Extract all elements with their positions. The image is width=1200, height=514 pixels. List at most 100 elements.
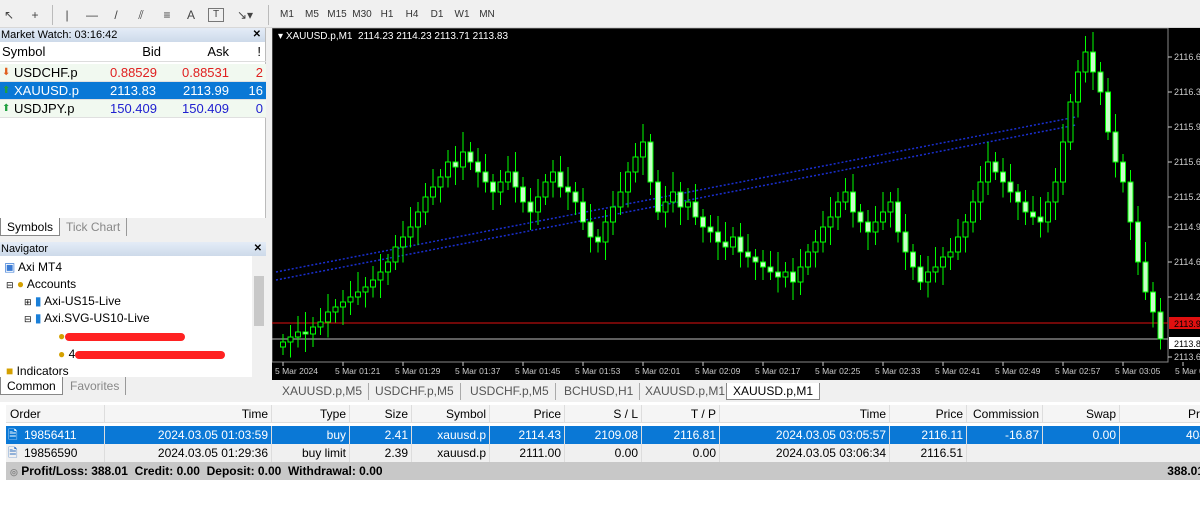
tab-symbols[interactable]: Symbols (0, 218, 61, 236)
collapse-icon[interactable]: ⊟ (6, 280, 14, 290)
candle-body (497, 181, 504, 193)
candle-body (782, 271, 789, 278)
timeframe-d1[interactable]: D1 (424, 6, 450, 24)
vertical-line-icon[interactable]: | (60, 6, 74, 24)
candle-body (407, 226, 414, 238)
tree-item-account[interactable]: ● (58, 328, 186, 345)
close-icon[interactable]: ✕ (253, 28, 261, 42)
horizontal-line-icon[interactable]: — (84, 6, 100, 24)
candle-body (790, 271, 796, 283)
candle-body (1150, 291, 1156, 313)
candle-body (625, 171, 631, 193)
candle-body (617, 191, 624, 208)
symbol-row[interactable]: ⬆ XAUUSD.p 2113.83 2113.99 16 (0, 82, 266, 100)
col-swap[interactable]: Swap (1043, 405, 1120, 423)
col-profit[interactable]: Profit (1120, 405, 1200, 423)
price-label: 2115.25 (1174, 192, 1200, 202)
navigator-panel: Navigator ✕ ▣ Axi MT4 ⊟ ● Accounts ⊞ ▮ Ax… (0, 242, 266, 377)
arrows-icon[interactable]: ↘▾ (232, 6, 258, 24)
candle-body (550, 171, 556, 183)
symbol-row[interactable]: ⬇ USDCHF.p 0.88529 0.88531 2 (0, 64, 266, 82)
tree-item-server[interactable]: ⊞ ▮ Axi-US15-Live (24, 293, 121, 310)
col-time[interactable]: Time (105, 405, 272, 423)
col-ask[interactable]: Ask (207, 42, 229, 62)
chart-tab[interactable]: XAUUSD.p,M5 (276, 383, 370, 400)
candle-body (662, 201, 669, 213)
candle-body (1030, 211, 1036, 218)
col-time[interactable]: Time (720, 405, 890, 423)
timeframe-h4[interactable]: H4 (399, 6, 425, 24)
col-spread[interactable]: ! (257, 42, 261, 62)
symbol: USDCHF.p (14, 65, 78, 80)
tree-item-server[interactable]: ⊟ ▮ Axi.SVG-US10-Live (24, 310, 150, 327)
text-label-icon[interactable]: T (208, 8, 224, 22)
timeframe-mn[interactable]: MN (474, 6, 500, 24)
chart-tab[interactable]: XAUUSD.p,M1 (726, 383, 821, 400)
collapse-icon[interactable]: ⊟ (24, 314, 32, 324)
cursor-icon[interactable]: ↖ (2, 6, 16, 24)
tab-tick-chart[interactable]: Tick Chart (60, 218, 128, 236)
ask-label: 2113.99 (1174, 319, 1200, 329)
terminal-panel: Order Time Type Size Symbol Price S / LT / P Ti… (0, 402, 1200, 514)
chart-tab[interactable]: USDCHF.p,M5 (464, 383, 556, 400)
col-price[interactable]: Price (490, 405, 565, 423)
timeframe-m30[interactable]: M30 (349, 6, 375, 24)
price-chart[interactable]: ▾ XAUUSD.p,M1 2114.23 2114.23 2113.71 21… (272, 28, 1200, 380)
price-label: 2115.95 (1174, 122, 1200, 132)
col-size[interactable]: Size (350, 405, 412, 423)
market-watch-title: Market Watch: 03:16:42 ✕ (0, 28, 265, 42)
chart-tabs: XAUUSD.p,M5 USDCHF.p,M5 USDCHF.p,M5 BCHUSD,… (272, 383, 1200, 401)
order-row[interactable]: 19856590 2024.03.05 01:29:36 buy limit 2.39… (6, 444, 1200, 462)
channel-icon[interactable]: ≡ (158, 6, 176, 24)
candle-body (947, 251, 954, 258)
timeframe-h1[interactable]: H1 (374, 6, 400, 24)
tab-favorites[interactable]: Favorites (64, 377, 127, 395)
timeframe-w1[interactable]: W1 (449, 6, 475, 24)
col-symbol[interactable]: Symbol (2, 42, 45, 62)
text-icon[interactable]: A (184, 6, 198, 24)
candle-body (587, 221, 594, 238)
col-price[interactable]: Price (890, 405, 967, 423)
candle-body (1097, 71, 1104, 93)
chart-tab[interactable]: USDCHF.p,M5 (369, 383, 461, 400)
col-symbol[interactable]: Symbol (412, 405, 490, 423)
candle-body (610, 206, 616, 223)
candle-body (422, 196, 429, 213)
col-tp[interactable]: T / P (642, 405, 720, 423)
timeframe-m15[interactable]: M15 (324, 6, 350, 24)
price-label: 2116.65 (1174, 52, 1200, 62)
navigator-scrollbar[interactable] (252, 256, 266, 377)
cell-symbol: xauusd.p (412, 444, 490, 462)
candle-body (820, 226, 826, 243)
trendline-icon[interactable]: / (108, 6, 124, 24)
candle-body (445, 161, 451, 178)
fibonacci-icon[interactable]: ⫽ (132, 6, 150, 24)
timeframe-m5[interactable]: M5 (299, 6, 325, 24)
close-icon[interactable]: ✕ (254, 242, 262, 256)
col-type[interactable]: Type (272, 405, 350, 423)
order-row[interactable]: 19856411 2024.03.05 01:03:59 buy 2.41 xauusd… (6, 426, 1200, 444)
symbol-row[interactable]: ⬆ USDJPY.p 150.409 150.409 0 (0, 100, 266, 118)
time-label: 5 Mar 02:57 (1055, 366, 1101, 376)
tab-common[interactable]: Common (0, 377, 63, 395)
tree-item-accounts[interactable]: ⊟ ● Accounts (6, 276, 76, 293)
cell-price: 2116.51 (890, 444, 967, 462)
timeframe-m1[interactable]: M1 (274, 6, 300, 24)
candle-body (505, 171, 511, 183)
tree-item-indicators[interactable]: ■ Indicators (6, 363, 69, 375)
col-sl[interactable]: S / L (565, 405, 642, 423)
expand-icon[interactable]: ⊞ (24, 297, 32, 307)
tree-item-account[interactable]: ● 4 (58, 346, 226, 363)
col-bid[interactable]: Bid (142, 42, 161, 62)
chart-tab[interactable]: XAUUSD.p,M1 (639, 383, 733, 400)
summary-total: 388.01 (1167, 464, 1200, 478)
candle-body (280, 341, 286, 348)
col-commission[interactable]: Commission (967, 405, 1043, 423)
time-label: 5 Mar 01:29 (395, 366, 441, 376)
crosshair-icon[interactable]: + (26, 6, 44, 24)
tree-item-axi-mt4[interactable]: ▣ Axi MT4 (4, 259, 62, 276)
col-order[interactable]: Order (6, 405, 105, 423)
chart-tab[interactable]: BCHUSD,H1 (558, 383, 641, 400)
account-icon: ● (58, 347, 66, 361)
cell-order: 19856590 (6, 444, 105, 462)
